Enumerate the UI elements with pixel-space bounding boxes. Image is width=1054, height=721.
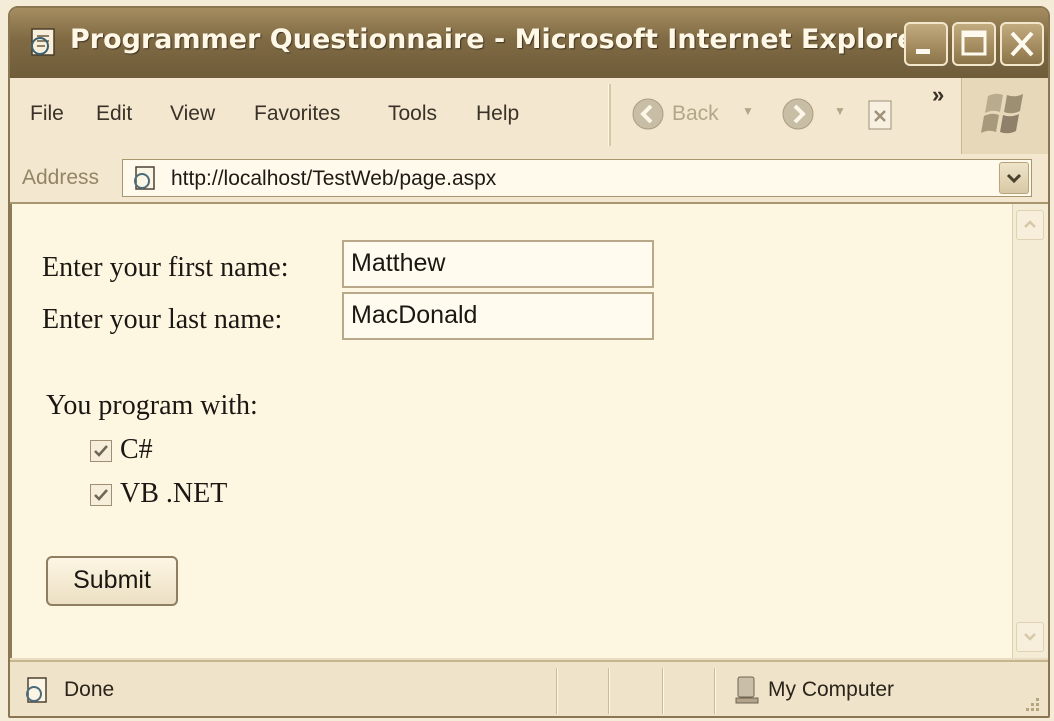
title-bar[interactable]: Programmer Questionnaire - Microsoft Int… (10, 8, 1048, 80)
ie-page-icon (31, 28, 55, 56)
chevron-up-icon (1024, 220, 1036, 228)
page-done-icon (26, 677, 47, 703)
scroll-track[interactable] (1016, 244, 1044, 614)
first-name-input[interactable]: Matthew (342, 240, 654, 288)
resize-grip-icon[interactable] (1020, 692, 1042, 714)
menu-bar: File Edit View Favorites Tools Help Back… (10, 78, 1048, 155)
back-label[interactable]: Back (672, 102, 719, 126)
menu-favorites[interactable]: Favorites (254, 102, 340, 126)
chevron-down-icon (1006, 173, 1022, 184)
status-divider (662, 668, 664, 714)
address-dropdown-button[interactable] (999, 162, 1029, 194)
toolbar-separator (608, 84, 611, 146)
submit-button[interactable]: Submit (46, 556, 178, 606)
minimize-button[interactable] (904, 22, 948, 66)
languages-label: You program with: (46, 390, 258, 421)
maximize-icon (961, 30, 987, 56)
checkmark-icon (94, 489, 108, 501)
csharp-label: C# (120, 434, 153, 465)
scroll-down-button[interactable] (1016, 622, 1044, 652)
vbnet-checkbox[interactable] (90, 484, 112, 506)
forward-arrow-icon[interactable] (780, 96, 816, 132)
window-title: Programmer Questionnaire - Microsoft Int… (70, 24, 929, 55)
vbnet-label: VB .NET (120, 478, 228, 509)
menu-edit[interactable]: Edit (96, 102, 132, 126)
checkmark-icon (94, 445, 108, 457)
address-input[interactable]: http://localhost/TestWeb/page.aspx (122, 159, 1032, 197)
status-divider (556, 668, 558, 714)
page-content: Enter your first name: Matthew Enter you… (10, 204, 1012, 658)
chevron-down-icon (1024, 633, 1036, 641)
menu-view[interactable]: View (170, 102, 215, 126)
close-icon (1010, 31, 1034, 57)
vertical-scrollbar[interactable] (1012, 204, 1048, 658)
back-dropdown-icon[interactable]: ▼ (742, 104, 754, 118)
status-text: Done (64, 678, 115, 701)
security-zone: My Computer (768, 678, 895, 701)
csharp-checkbox[interactable] (90, 440, 112, 462)
page-icon (134, 166, 155, 190)
close-button[interactable] (1000, 22, 1044, 66)
windows-logo (961, 78, 1048, 154)
menu-tools[interactable]: Tools (388, 102, 437, 126)
maximize-button[interactable] (952, 22, 996, 66)
last-name-label: Enter your last name: (42, 304, 283, 335)
toolbar-more-icon[interactable]: » (932, 82, 944, 108)
back-arrow-icon[interactable] (630, 96, 666, 132)
status-divider (608, 668, 610, 714)
status-divider (714, 668, 716, 714)
stop-icon[interactable] (866, 98, 896, 132)
computer-icon (735, 676, 759, 704)
browser-window: Programmer Questionnaire - Microsoft Int… (8, 6, 1050, 718)
address-bar: Address http://localhost/TestWeb/page.as… (10, 154, 1048, 204)
address-url: http://localhost/TestWeb/page.aspx (171, 167, 497, 190)
address-label: Address (22, 166, 100, 189)
forward-dropdown-icon[interactable]: ▼ (834, 104, 846, 118)
menu-help[interactable]: Help (476, 102, 519, 126)
status-bar: Done My Computer (10, 660, 1048, 716)
first-name-label: Enter your first name: (42, 252, 289, 283)
minimize-icon (916, 49, 930, 54)
scroll-up-button[interactable] (1016, 210, 1044, 240)
menu-file[interactable]: File (30, 102, 64, 126)
windows-flag-icon (981, 93, 1023, 134)
last-name-input[interactable]: MacDonald (342, 292, 654, 340)
